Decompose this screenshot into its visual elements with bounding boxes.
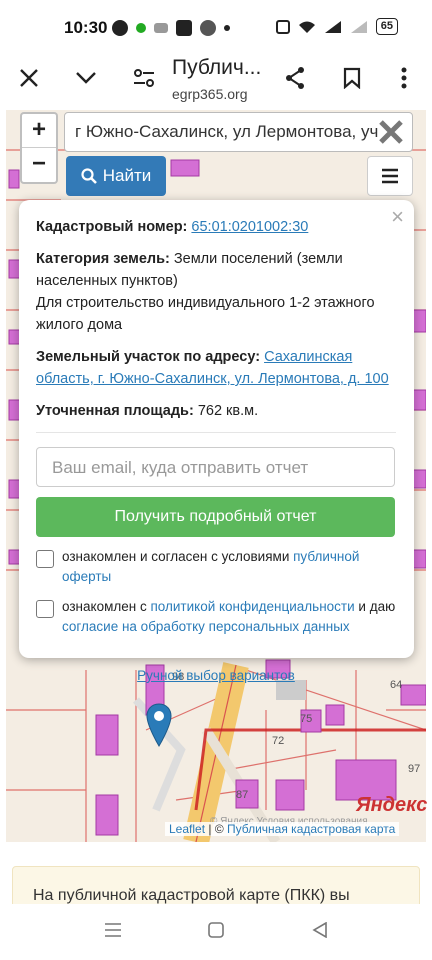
more-notifications-icon xyxy=(224,25,230,31)
terms-text: ознакомлен и согласен с условиями публич… xyxy=(62,547,396,587)
attribution-separator: | © xyxy=(205,822,227,836)
info-text: На публичной кадастровой карте (ПКК) вы xyxy=(33,887,350,904)
terms-text-label: ознакомлен и согласен с условиями xyxy=(62,549,290,564)
address-label: Земельный участок по адресу: xyxy=(36,349,261,365)
hamburger-icon xyxy=(382,168,398,184)
wifi-icon xyxy=(298,21,315,33)
status-bar: 10:30 65 xyxy=(0,0,432,56)
divider xyxy=(36,432,396,433)
back-icon[interactable] xyxy=(312,922,328,938)
browser-toolbar: Публич... egrp365.org xyxy=(0,56,432,108)
recent-apps-icon[interactable] xyxy=(104,922,122,938)
zoom-out-button[interactable]: − xyxy=(22,148,56,182)
find-button-label: Найти xyxy=(102,166,152,185)
area-row: Уточненная площадь: 762 кв.м. xyxy=(36,400,396,422)
page-url: egrp365.org xyxy=(172,86,248,102)
home-icon[interactable] xyxy=(208,922,224,938)
map-attribution: Leaflet | © Публичная кадастровая карта xyxy=(165,822,400,836)
layers-menu-button[interactable] xyxy=(367,156,413,196)
cadastral-number-row: Кадастровый номер: 65:01:0201002:30 xyxy=(36,216,396,238)
parcel-info-popup: × Кадастровый номер: 65:01:0201002:30 Ка… xyxy=(19,200,414,683)
area-value: 762 кв.м. xyxy=(197,403,259,419)
page-settings-icon[interactable] xyxy=(126,60,162,96)
app2-icon xyxy=(200,20,216,36)
zoom-in-button[interactable]: + xyxy=(22,114,56,148)
nfc-icon xyxy=(275,19,290,34)
zoom-control: + − xyxy=(20,112,58,184)
system-icons: 65 xyxy=(275,18,398,35)
personal-data-consent-link[interactable]: согласие на обработку персональных данны… xyxy=(62,619,350,634)
map-label: 72 xyxy=(272,735,284,747)
email-field[interactable]: Ваш email, куда отправить отчет xyxy=(36,447,395,487)
privacy-checkbox[interactable] xyxy=(36,600,54,618)
cadastral-label: Кадастровый номер: xyxy=(36,219,188,235)
search-value: г Южно-Сахалинск, ул Лермонтова, уч xyxy=(75,122,379,141)
clock: 10:30 xyxy=(64,18,108,37)
close-icon[interactable] xyxy=(11,60,47,96)
map-label: 87 xyxy=(236,789,248,801)
page-title: Публич... xyxy=(172,56,262,79)
cadastral-number-link[interactable]: 65:01:0201002:30 xyxy=(191,219,308,235)
map-label: 97 xyxy=(408,763,420,775)
app-icon xyxy=(154,23,168,33)
privacy-and-label: и даю xyxy=(358,599,396,614)
threads-icon xyxy=(176,20,192,36)
privacy-policy-link[interactable]: политикой конфиденциальности xyxy=(150,599,354,614)
privacy-consent-row: ознакомлен с политикой конфиденциальност… xyxy=(36,597,396,637)
category-row: Категория земель: Земли поселений (земли… xyxy=(36,248,396,336)
more-menu-icon[interactable] xyxy=(386,60,422,96)
bookmark-icon[interactable] xyxy=(334,60,370,96)
manual-selection-link[interactable]: Ручной выбор вариантов xyxy=(36,665,396,687)
privacy-text-label: ознакомлен с xyxy=(62,599,147,614)
chevron-down-icon[interactable] xyxy=(68,60,104,96)
battery-icon: 65 xyxy=(375,18,398,35)
privacy-text: ознакомлен с политикой конфиденциальност… xyxy=(62,597,396,637)
purpose-value: Для строительство индивидуального 1-2 эт… xyxy=(36,295,375,333)
system-navigation-bar xyxy=(0,904,432,960)
terms-consent-row: ознакомлен и согласен с условиями публич… xyxy=(36,547,396,587)
map-marker-icon[interactable] xyxy=(145,702,173,748)
leaflet-link[interactable]: Leaflet xyxy=(169,822,205,836)
share-icon[interactable] xyxy=(277,60,313,96)
pkk-link[interactable]: Публичная кадастровая карта xyxy=(227,822,395,836)
yandex-logo: Яндекс xyxy=(356,794,428,816)
signal2-icon xyxy=(350,20,367,33)
messenger-icon xyxy=(112,20,128,36)
map-label: 75 xyxy=(300,713,312,725)
area-label: Уточненная площадь: xyxy=(36,403,194,419)
popup-close-button[interactable]: × xyxy=(391,206,404,228)
signal-icon xyxy=(324,20,341,33)
spotify-icon xyxy=(136,23,146,33)
get-report-button[interactable]: Получить подробный отчет xyxy=(36,497,395,537)
clear-search-icon[interactable] xyxy=(376,117,406,147)
find-button[interactable]: Найти xyxy=(66,156,166,196)
notification-icons xyxy=(112,20,230,36)
search-icon xyxy=(81,168,97,184)
terms-checkbox[interactable] xyxy=(36,550,54,568)
category-label: Категория земель: xyxy=(36,251,170,267)
address-search-input[interactable]: г Южно-Сахалинск, ул Лермонтова, уч xyxy=(64,112,413,152)
address-row: Земельный участок по адресу: Сахалинская… xyxy=(36,346,396,390)
